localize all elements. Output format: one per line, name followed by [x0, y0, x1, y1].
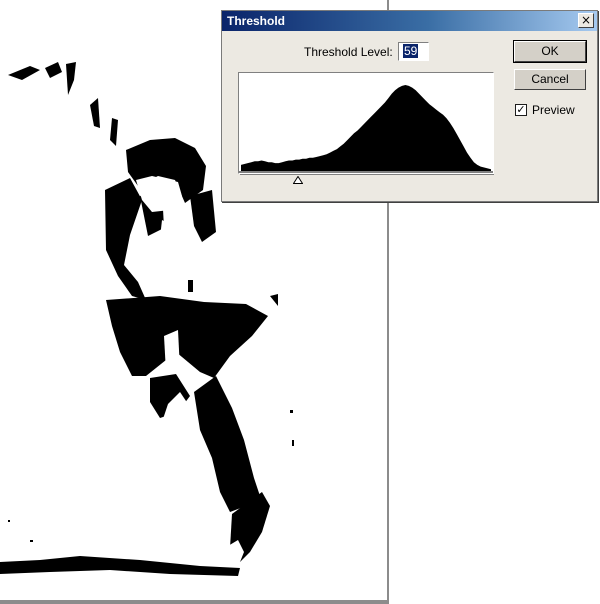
histogram — [238, 72, 494, 174]
histogram-area — [241, 85, 491, 171]
threshold-slider-track[interactable] — [240, 174, 494, 175]
dialog-title: Threshold — [227, 14, 286, 28]
canvas-border-bottom — [0, 600, 389, 604]
threshold-level-value: 59 — [403, 44, 419, 58]
close-button[interactable]: × — [578, 13, 594, 28]
slider-handle-icon[interactable] — [293, 176, 303, 184]
checkmark-icon: ✓ — [516, 103, 526, 116]
cancel-button[interactable]: Cancel — [514, 69, 586, 90]
threshold-level-input[interactable]: 59 — [398, 42, 429, 61]
threshold-dialog: Threshold × Threshold Level: 59 OK Cance… — [221, 10, 598, 202]
ok-button[interactable]: OK — [513, 40, 587, 63]
threshold-level-label: Threshold Level: — [304, 45, 393, 59]
close-icon: × — [580, 13, 592, 27]
histogram-graph — [239, 85, 493, 173]
preview-checkbox[interactable]: ✓ — [515, 104, 527, 116]
dialog-titlebar[interactable]: Threshold × — [222, 11, 597, 31]
preview-label[interactable]: Preview — [532, 103, 575, 117]
